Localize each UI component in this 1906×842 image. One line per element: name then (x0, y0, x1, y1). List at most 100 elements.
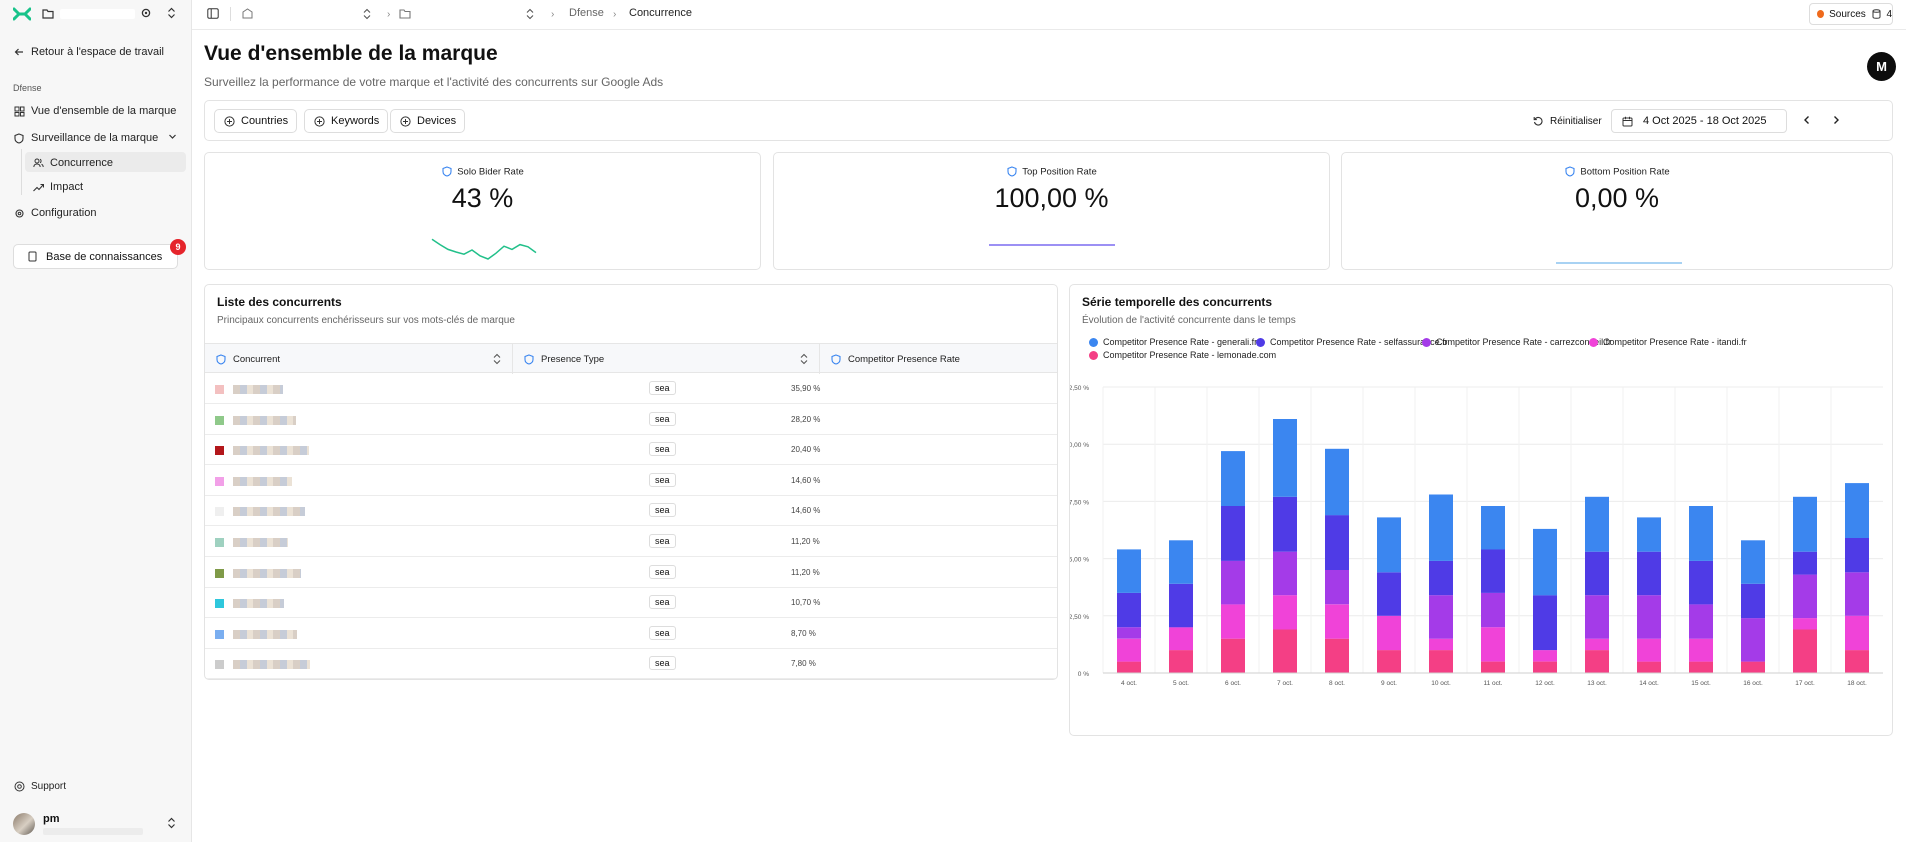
presence-rate-value: 28,20 % (791, 414, 821, 424)
table-row[interactable]: sea 28,20 % (205, 404, 1057, 435)
chevron-updown-icon[interactable] (363, 8, 371, 23)
sidebar-item-overview[interactable]: Vue d'ensemble de la marque (13, 105, 176, 117)
back-label: Retour à l'espace de travail (31, 46, 164, 58)
bar-segment (1429, 494, 1453, 561)
workspace-name-redacted (60, 9, 135, 19)
timeseries-subtitle: Évolution de l'activité concurrente dans… (1082, 315, 1296, 326)
chevron-updown-icon[interactable] (526, 8, 534, 23)
bar-segment (1273, 551, 1297, 596)
bar-segment (1689, 506, 1713, 561)
user-avatar[interactable] (13, 813, 35, 835)
keywords-filter-button[interactable]: Keywords (304, 109, 389, 133)
bar-segment (1585, 638, 1609, 651)
folder-icon[interactable] (399, 8, 411, 22)
table-row[interactable]: sea 11,20 % (205, 526, 1057, 557)
main-content: › › Dfense › Concurrence Sources 4 Vue d… (192, 0, 1906, 842)
table-row[interactable]: sea 10,70 % (205, 587, 1057, 619)
chevron-down-icon[interactable] (168, 132, 177, 144)
table-row[interactable]: sea 8,70 % (205, 618, 1057, 649)
table-row[interactable]: sea 14,60 % (205, 495, 1057, 527)
settings-icon[interactable] (140, 7, 152, 22)
presence-type-badge: sea (649, 442, 676, 457)
plus-circle-icon (399, 115, 411, 127)
bar-segment (1325, 604, 1349, 639)
bar-segment (1689, 638, 1713, 662)
sidebar: Retour à l'espace de travail Dfense Vue … (0, 0, 192, 842)
org-name-redacted (258, 9, 358, 18)
sidebar-item-impact[interactable]: Impact (32, 181, 83, 193)
bar-segment (1429, 638, 1453, 651)
legend-item[interactable]: Competitor Presence Rate - lemonade.com (1089, 350, 1276, 360)
table-row[interactable]: sea 20,40 % (205, 434, 1057, 466)
sources-button[interactable]: Sources 4 (1809, 3, 1893, 25)
bar-segment (1325, 515, 1349, 570)
bar-segment (1377, 517, 1401, 573)
shield-icon (441, 165, 453, 177)
bar-segment (1169, 583, 1193, 628)
knowledge-base-button[interactable]: Base de connaissances (13, 244, 178, 269)
sidebar-toggle-icon[interactable] (207, 8, 219, 22)
countries-filter-button[interactable]: Countries (214, 109, 298, 133)
next-period-icon[interactable] (1831, 114, 1841, 129)
bar-segment (1169, 627, 1193, 651)
account-avatar[interactable]: M (1867, 52, 1896, 81)
column-header-competitor[interactable]: Concurrent (205, 344, 513, 374)
y-tick-label: 5,00 % (1070, 557, 1089, 564)
competitor-color-swatch (215, 476, 224, 486)
previous-period-icon[interactable] (1802, 114, 1812, 129)
bar-segment (1117, 592, 1141, 628)
bar-segment (1845, 483, 1869, 538)
table-row[interactable]: sea 7,80 % (205, 648, 1057, 679)
legend-item[interactable]: Competitor Presence Rate - carrezconseil… (1422, 337, 1611, 347)
legend-item[interactable]: Competitor Presence Rate - generali.fr (1089, 337, 1257, 347)
sort-icon[interactable] (800, 353, 808, 368)
folder-icon[interactable] (42, 8, 54, 22)
sidebar-item-competition[interactable]: Concurrence (32, 157, 113, 169)
table-row[interactable]: sea 14,60 % (205, 465, 1057, 496)
legend-item[interactable]: Competitor Presence Rate - selfassurance… (1256, 337, 1448, 347)
bar-segment (1793, 629, 1817, 673)
competitor-name-redacted (233, 507, 305, 517)
app-logo[interactable] (12, 7, 32, 21)
building-icon[interactable] (242, 8, 253, 22)
table-row[interactable]: sea 11,20 % (205, 557, 1057, 588)
back-to-workspace-link[interactable]: Retour à l'espace de travail (13, 46, 164, 58)
sidebar-item-brand-monitoring[interactable]: Surveillance de la marque (13, 132, 179, 144)
column-header-presence-rate[interactable]: Competitor Presence Rate (820, 344, 1057, 374)
breadcrumb-item-1[interactable]: Dfense (569, 7, 604, 19)
presence-rate-value: 10,70 % (791, 598, 821, 608)
help-circle-icon (13, 780, 25, 792)
column-header-presence-type[interactable]: Presence Type (513, 344, 820, 374)
competitor-name-redacted (233, 385, 283, 394)
sidebar-item-configuration[interactable]: Configuration (13, 207, 96, 219)
chevron-updown-icon[interactable] (167, 817, 176, 832)
bar-segment (1221, 451, 1245, 506)
x-tick-label: 17 oct. (1795, 680, 1815, 687)
database-icon (1871, 8, 1882, 20)
kpi-title: Top Position Rate (774, 165, 1329, 178)
competitor-color-swatch (215, 599, 224, 609)
sparkline-path (431, 238, 537, 260)
timeseries-card: Série temporelle des concurrents Évoluti… (1069, 284, 1893, 736)
legend-item[interactable]: Competitor Presence Rate - itandi.fr (1589, 337, 1747, 347)
bar-segment (1793, 618, 1817, 630)
bar-segment (1689, 661, 1713, 673)
sort-icon[interactable] (493, 353, 501, 368)
table-row[interactable]: sea 35,90 % (205, 373, 1057, 404)
legend-label: Competitor Presence Rate - generali.fr (1103, 337, 1258, 347)
legend-label: Competitor Presence Rate - carrezconseil… (1436, 337, 1612, 347)
sidebar-item-label: Surveillance de la marque (31, 132, 159, 144)
keywords-label: Keywords (331, 115, 380, 127)
bar-segment (1273, 629, 1297, 673)
kpi-value: 100,00 % (994, 183, 1109, 213)
bar-segment (1117, 638, 1141, 662)
legend-label: Competitor Presence Rate - selfassurance… (1270, 337, 1448, 347)
presence-rate-value: 11,20 % (791, 537, 820, 546)
reset-button[interactable]: Réinitialiser (1532, 115, 1602, 127)
competitor-name-redacted (233, 629, 297, 639)
support-link[interactable]: Support (13, 780, 66, 792)
chevron-updown-icon[interactable] (167, 7, 176, 22)
devices-filter-button[interactable]: Devices (390, 109, 466, 133)
breadcrumb-separator: › (551, 9, 555, 20)
date-range-picker[interactable]: 4 Oct 2025 - 18 Oct 2025 (1611, 109, 1787, 133)
